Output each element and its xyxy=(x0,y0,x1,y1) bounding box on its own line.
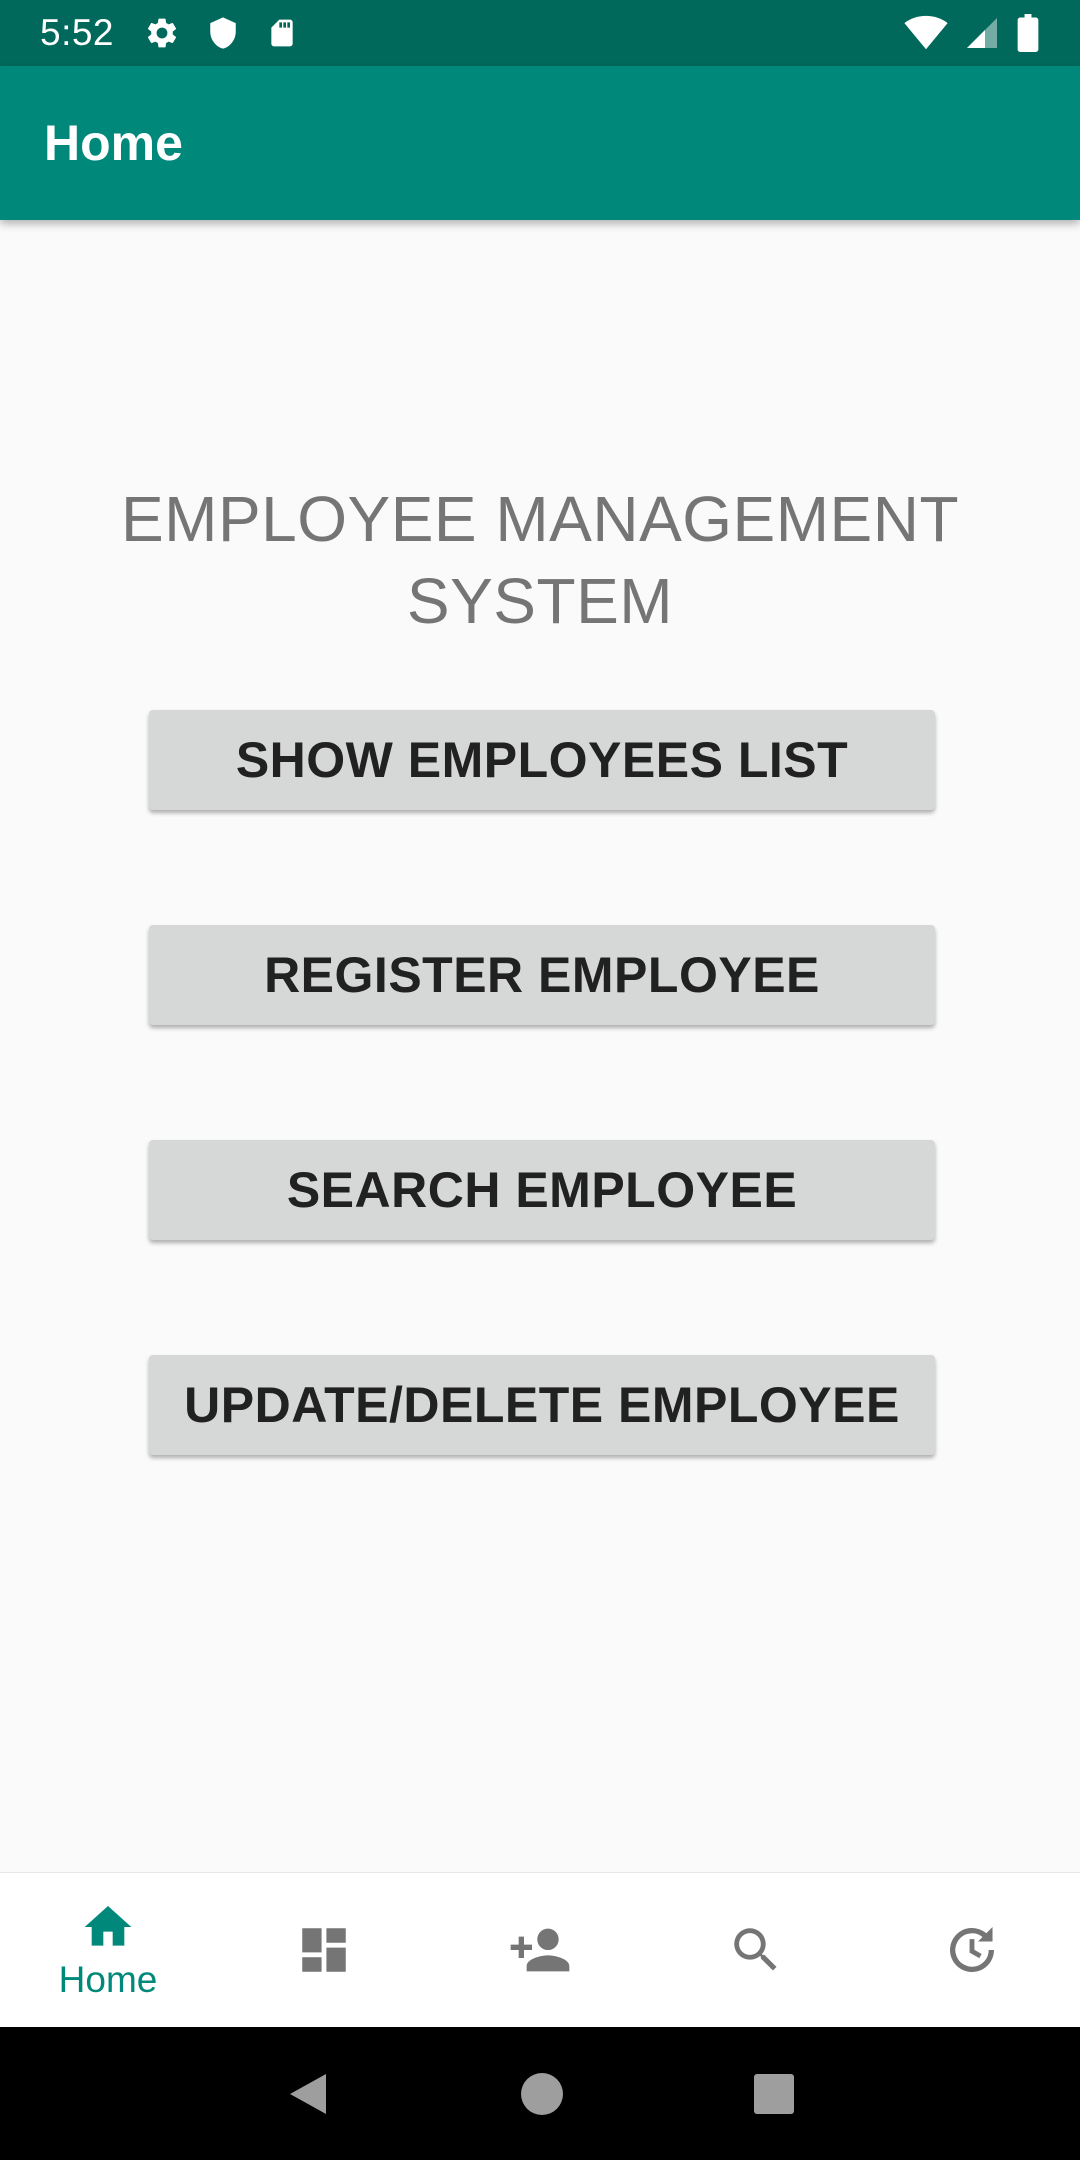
shield-icon xyxy=(206,15,240,51)
nav-label-home: Home xyxy=(58,1959,158,2000)
search-employee-button[interactable]: SEARCH EMPLOYEE xyxy=(149,1140,935,1240)
nav-item-search[interactable] xyxy=(648,1873,864,2027)
status-time: 5:52 xyxy=(40,12,115,53)
nav-item-history[interactable] xyxy=(864,1873,1080,2027)
add-person-icon xyxy=(508,1918,572,1982)
recents-icon[interactable] xyxy=(754,2073,795,2114)
bottom-navigation: Home xyxy=(0,1872,1080,2027)
gear-icon xyxy=(144,15,180,51)
app-root: 5:52 Home EMPLOYEE MANAGEMENT SYSTEM SHO… xyxy=(0,0,1080,2160)
search-icon xyxy=(727,1921,785,1979)
main-content: EMPLOYEE MANAGEMENT SYSTEM SHOW EMPLOYEE… xyxy=(0,220,1080,1872)
show-employees-list-button[interactable]: SHOW EMPLOYEES LIST xyxy=(149,710,935,810)
nav-item-register[interactable] xyxy=(432,1873,648,2027)
dashboard-icon xyxy=(295,1921,353,1979)
home-icon xyxy=(80,1899,136,1955)
status-bar: 5:52 xyxy=(0,0,1080,66)
nav-item-home[interactable]: Home xyxy=(0,1873,216,2027)
page-title: EMPLOYEE MANAGEMENT SYSTEM xyxy=(120,483,960,637)
register-employee-button[interactable]: REGISTER EMPLOYEE xyxy=(149,925,935,1025)
update-delete-employee-button[interactable]: UPDATE/DELETE EMPLOYEE xyxy=(149,1355,935,1455)
system-navigation-bar xyxy=(0,2027,1080,2160)
home-circle-icon[interactable] xyxy=(520,2072,563,2115)
status-right-icons xyxy=(904,14,1040,52)
back-icon[interactable] xyxy=(286,2070,330,2118)
wifi-icon xyxy=(904,15,948,51)
status-left-icons xyxy=(144,15,298,51)
signal-icon xyxy=(964,15,1000,51)
nav-item-dashboard[interactable] xyxy=(216,1873,432,2027)
history-icon xyxy=(943,1921,1001,1979)
app-bar: Home xyxy=(0,66,1080,220)
app-bar-title: Home xyxy=(44,115,183,171)
battery-icon xyxy=(1016,14,1040,52)
sd-card-icon xyxy=(266,15,298,51)
